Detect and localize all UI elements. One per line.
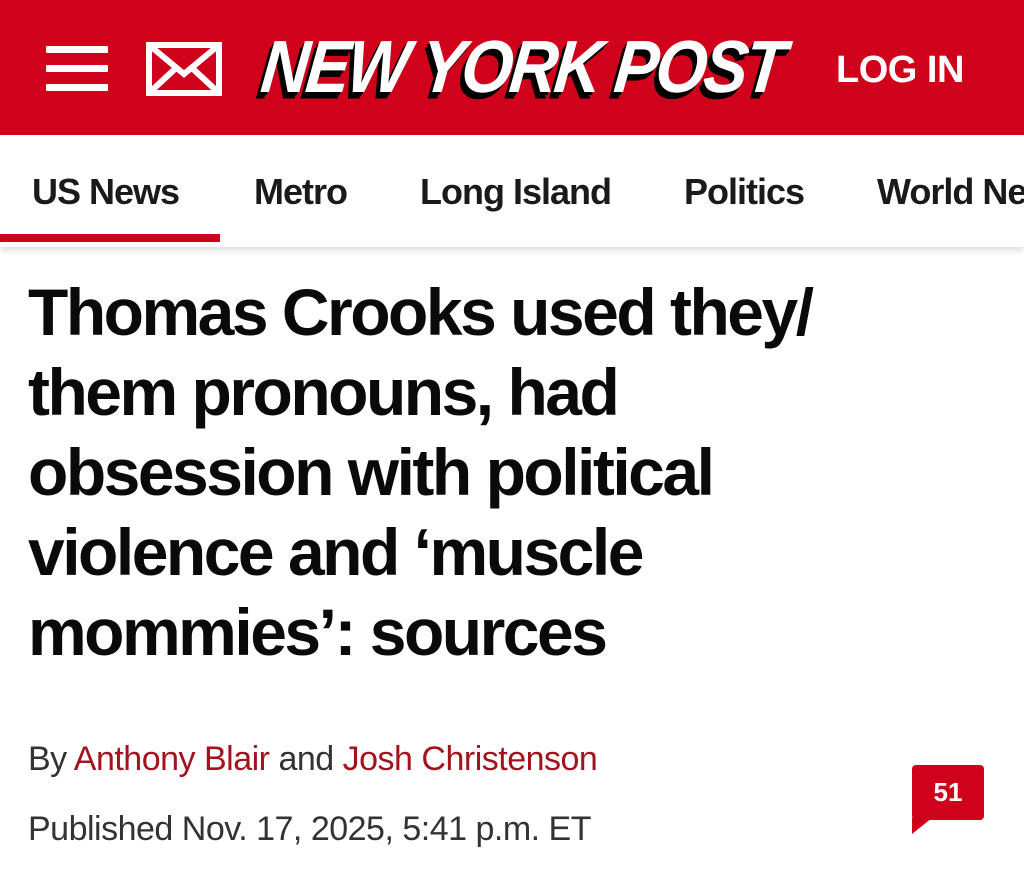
headline-line: violence and ‘muscle — [28, 515, 644, 589]
comments-button[interactable]: 51 — [912, 765, 984, 835]
headline-line: them pronouns, had — [28, 355, 620, 429]
section-nav: US News Metro Long Island Politics World… — [0, 135, 1024, 247]
nav-item-long-island[interactable]: Long Island — [420, 167, 612, 217]
nav-item-world-news[interactable]: World News — [877, 167, 1024, 217]
hamburger-menu-icon[interactable] — [46, 44, 108, 94]
author-link-anthony-blair[interactable]: Anthony Blair — [74, 740, 270, 778]
envelope-icon[interactable] — [146, 42, 222, 96]
published-timestamp: Published Nov. 17, 2025, 5:41 p.m. ET — [28, 810, 592, 848]
byline-joiner: and — [278, 740, 334, 778]
comment-bubble-tail — [912, 818, 932, 834]
headline-line: Thomas Crooks used they/ — [28, 275, 814, 349]
nav-item-us-news[interactable]: US News — [32, 167, 180, 217]
nav-item-politics[interactable]: Politics — [684, 167, 805, 217]
active-tab-indicator — [0, 234, 220, 242]
byline-prefix: By — [28, 740, 67, 778]
headline-line: mommies’: sources — [28, 595, 608, 669]
byline: By Anthony Blair and Josh Christenson — [28, 736, 598, 782]
headline-line: obsession with political — [28, 435, 715, 509]
nav-item-metro[interactable]: Metro — [254, 167, 348, 217]
article-headline: Thomas Crooks used they/ them pronouns, … — [28, 272, 998, 672]
login-button[interactable]: LOG IN — [836, 46, 964, 94]
author-link-josh-christenson[interactable]: Josh Christenson — [343, 740, 598, 778]
comment-count-badge: 51 — [912, 765, 984, 820]
top-header-bar: NEW YORK POST LOG IN — [0, 0, 1024, 135]
site-logo[interactable]: NEW YORK POST — [257, 21, 788, 111]
